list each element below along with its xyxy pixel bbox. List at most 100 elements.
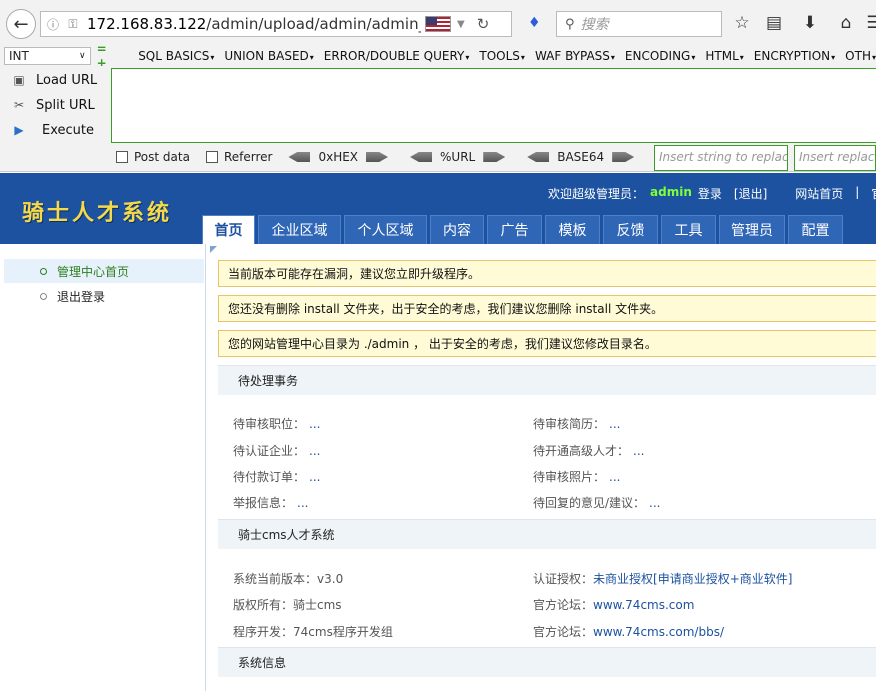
site-logo: 骑士人才系统 (22, 201, 173, 226)
tab-config[interactable]: 配置 (788, 215, 843, 244)
pending-senior-talent-link[interactable]: ... (633, 444, 644, 458)
play-icon: ▶ (14, 123, 24, 137)
main-nav: 首页 企业区域 个人区域 内容 广告 模板 反馈 工具 管理员 配置 (202, 215, 846, 244)
key-icon: ⚿ (68, 16, 78, 31)
execute-button[interactable]: ▶ Execute (10, 121, 94, 139)
notice-upgrade: 当前版本可能存在漏洞，建议您立即升级程序。 (218, 260, 876, 287)
menu-error-double-query[interactable]: ERROR/DOUBLE QUERY (324, 49, 470, 63)
base64-encoder: BASE64 (527, 150, 635, 164)
decode-arrow-icon[interactable] (288, 152, 311, 162)
sidebar-item-admin-home[interactable]: 管理中心首页 (4, 259, 204, 283)
encode-arrow-icon[interactable] (366, 152, 389, 162)
address-bar[interactable]: ⓘ ⚿ 172.168.83.122/admin/upload/admin/ad… (40, 11, 512, 37)
menu-waf-bypass[interactable]: WAF BYPASS (535, 49, 615, 63)
main-content: 当前版本可能存在漏洞，建议您立即升级程序。 您还没有删除 install 文件夹… (208, 244, 876, 691)
load-url-button[interactable]: ▣ Load URL (10, 71, 97, 89)
search-icon: ⚲ (565, 16, 575, 32)
pending-companies: 待认证企业：... (233, 444, 321, 458)
url-textarea[interactable] (111, 68, 876, 143)
decode-arrow-icon[interactable] (410, 152, 433, 162)
logout-link[interactable]: [退出] (734, 185, 767, 202)
section-system-title: 骑士cms人才系统 (218, 519, 876, 549)
pending-orders-link[interactable]: ... (309, 470, 320, 484)
site-home-link[interactable]: 网站首页 (795, 185, 843, 202)
tab-tools[interactable]: 工具 (661, 215, 716, 244)
hex-encoder: 0xHEX (288, 150, 389, 164)
hackbar-options: Post data Referrer 0xHEX %URL BASE64 (116, 150, 656, 164)
tab-personal[interactable]: 个人区域 (344, 215, 427, 244)
pending-jobs-link[interactable]: ... (309, 417, 320, 431)
split-url-button[interactable]: ✂ Split URL (10, 96, 95, 114)
login-link[interactable]: 登录 (698, 185, 722, 202)
us-flag-icon[interactable] (425, 16, 451, 32)
pending-senior-talent: 待开通高级人才：... (533, 444, 645, 458)
bookmark-star-icon[interactable]: ☆ (732, 13, 752, 33)
tab-home[interactable]: 首页 (202, 215, 255, 244)
menu-union-based[interactable]: UNION BASED (224, 49, 313, 63)
pending-photos-link[interactable]: ... (609, 470, 620, 484)
bbs-link[interactable]: www.74cms.com/bbs/ (593, 625, 724, 639)
hackbar-panel: ▣ Load URL ✂ Split URL ▶ Execute Post da… (0, 66, 876, 172)
load-icon: ▣ (13, 73, 25, 87)
url-text[interactable]: 172.168.83.122/admin/upload/admin/admin_… (87, 15, 421, 33)
search-box[interactable]: ⚲ 搜索 (556, 11, 722, 37)
menu-encoding[interactable]: ENCODING (625, 49, 695, 63)
menu-tools[interactable]: TOOLS (479, 49, 525, 63)
download-icon[interactable]: ⬇ (800, 13, 820, 33)
menu-sql-basics[interactable]: SQL BASICS (138, 49, 214, 63)
replacing-string-input[interactable]: Insert replacin (794, 145, 876, 171)
type-select[interactable]: INT ∨ (4, 47, 91, 65)
pending-feedback: 待回复的意见/建议：... (533, 496, 661, 510)
bullet-icon (40, 267, 47, 275)
replace-string-input[interactable]: Insert string to replace (654, 145, 788, 171)
welcome-bar: 欢迎超级管理员： admin 登录 [退出] 网站首页 | 官方 (548, 185, 876, 202)
info-icon[interactable]: ⓘ (45, 16, 61, 32)
system-forum-bbs: 官方论坛：www.74cms.com/bbs/ (533, 625, 724, 639)
encode-arrow-icon[interactable] (483, 152, 506, 162)
pending-feedback-link[interactable]: ... (649, 496, 660, 510)
chevron-down-icon: ∨ (79, 51, 86, 61)
tab-templates[interactable]: 模板 (545, 215, 600, 244)
menu-icon[interactable]: ☰ (864, 13, 876, 33)
reload-icon[interactable]: ↻ (477, 15, 490, 33)
system-developer: 程序开发：74cms程序开发组 (233, 625, 393, 639)
chevron-down-icon[interactable]: ▼ (457, 19, 465, 30)
referrer-checkbox[interactable]: Referrer (205, 150, 272, 164)
forum-link[interactable]: www.74cms.com (593, 598, 694, 612)
menu-other[interactable]: OTH (845, 49, 876, 63)
auth-link[interactable]: 未商业授权[申请商业授权+商业软件] (593, 572, 792, 586)
tab-feedback[interactable]: 反馈 (603, 215, 658, 244)
notice-install-folder: 您还没有删除 install 文件夹，出于安全的考虑，我们建议您删除 insta… (218, 295, 876, 322)
admin-header: 骑士人才系统 欢迎超级管理员： admin 登录 [退出] 网站首页 | 官方 … (0, 173, 876, 244)
tab-ads[interactable]: 广告 (487, 215, 542, 244)
encode-arrow-icon[interactable] (612, 152, 635, 162)
system-auth: 认证授权：未商业授权[申请商业授权+商业软件] (533, 572, 793, 586)
sidebar-item-logout[interactable]: 退出登录 (4, 284, 204, 308)
section-sysinfo-title: 系统信息 (218, 647, 876, 677)
extension-icon[interactable]: ♦ (528, 15, 544, 31)
section-pending-title: 待处理事务 (218, 365, 876, 395)
post-data-checkbox[interactable]: Post data (116, 150, 190, 164)
browser-toolbar: ← ⓘ ⚿ 172.168.83.122/admin/upload/admin/… (0, 0, 876, 46)
bullet-icon (40, 292, 47, 300)
tab-admins[interactable]: 管理员 (719, 215, 785, 244)
back-arrow-icon[interactable]: ← (6, 9, 36, 39)
decode-arrow-icon[interactable] (527, 152, 550, 162)
search-input[interactable]: 搜索 (581, 14, 609, 34)
tab-content[interactable]: 内容 (430, 215, 484, 244)
reading-list-icon[interactable]: ▤ (764, 13, 784, 33)
menu-encryption[interactable]: ENCRYPTION (754, 49, 835, 63)
home-icon[interactable]: ⌂ (836, 13, 856, 33)
pending-resumes: 待审核简历：... (533, 417, 621, 431)
pending-companies-link[interactable]: ... (309, 444, 320, 458)
pending-resumes-link[interactable]: ... (609, 417, 620, 431)
pending-jobs: 待审核职位：... (233, 417, 321, 431)
pending-reports-link[interactable]: ... (297, 496, 308, 510)
pending-photos: 待审核照片：... (533, 470, 621, 484)
hackbar-menu: INT ∨ = + SQL BASICS UNION BASED ERROR/D… (0, 42, 876, 70)
tab-company[interactable]: 企业区域 (258, 215, 341, 244)
menu-html[interactable]: HTML (705, 49, 743, 63)
system-copyright: 版权所有：骑士cms (233, 598, 342, 612)
system-version: 系统当前版本：v3.0 (233, 572, 344, 586)
official-link[interactable]: 官方 (871, 185, 876, 202)
